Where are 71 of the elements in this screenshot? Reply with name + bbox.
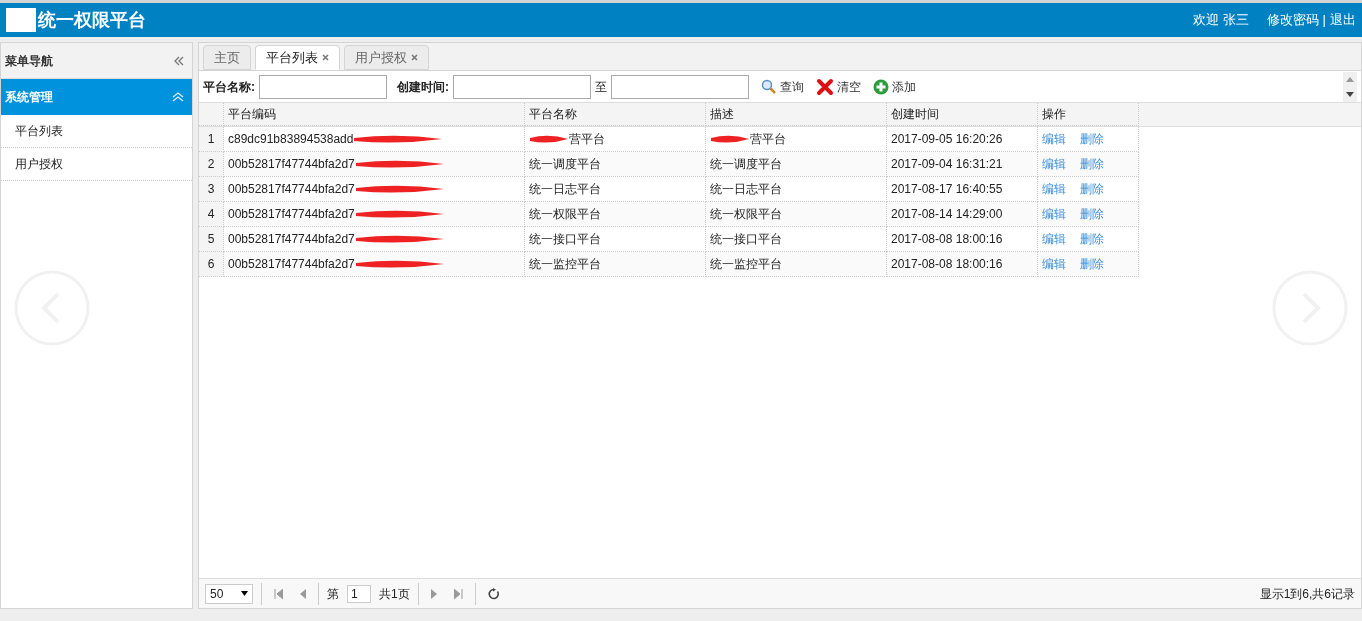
- delete-link[interactable]: 删除: [1080, 205, 1104, 223]
- column-header[interactable]: 描述: [706, 103, 887, 126]
- welcome-text: 欢迎: [1192, 11, 1219, 30]
- delete-link[interactable]: 删除: [1080, 255, 1104, 273]
- field-label: 创建时间:: [397, 78, 449, 96]
- edit-link[interactable]: 编辑: [1042, 230, 1066, 248]
- tab[interactable]: 用户授权: [344, 45, 429, 70]
- next-page-icon[interactable]: [430, 588, 438, 599]
- edit-link[interactable]: 编辑: [1042, 180, 1066, 198]
- delete-link[interactable]: 删除: [1080, 230, 1104, 248]
- search-button[interactable]: 查询: [761, 77, 804, 96]
- table-cell: 2017-08-08 18:00:16: [887, 252, 1038, 277]
- change-password-link[interactable]: 修改密码: [1266, 10, 1319, 30]
- plus-icon: [873, 78, 889, 95]
- tab[interactable]: 平台列表: [255, 45, 340, 70]
- refresh-icon[interactable]: [487, 587, 500, 600]
- cross-icon: [816, 77, 834, 96]
- page-size-select[interactable]: 50: [205, 583, 253, 604]
- row-number: 6: [199, 252, 224, 277]
- logo-redaction: [6, 8, 36, 32]
- link-separator: |: [1322, 11, 1326, 30]
- first-page-icon[interactable]: [274, 588, 283, 599]
- edit-link[interactable]: 编辑: [1042, 205, 1066, 223]
- search-icon: [761, 78, 777, 95]
- row-number: 3: [199, 177, 224, 202]
- sidebar-title: 菜单导航: [5, 52, 53, 70]
- edit-link[interactable]: 编辑: [1042, 255, 1066, 273]
- collapse-icon[interactable]: [174, 55, 184, 66]
- redaction-mark: [529, 133, 569, 145]
- delete-link[interactable]: 删除: [1080, 130, 1104, 148]
- edit-link[interactable]: 编辑: [1042, 155, 1066, 173]
- end-date-field[interactable]: [611, 74, 749, 99]
- table-cell: 统一监控平台: [706, 252, 887, 277]
- page-number-field[interactable]: 1: [347, 584, 371, 603]
- close-icon[interactable]: [322, 54, 329, 61]
- column-header[interactable]: 操作: [1038, 103, 1139, 126]
- row-number: 4: [199, 202, 224, 227]
- scroll-up-icon[interactable]: [1346, 76, 1354, 82]
- scroll-down-icon[interactable]: [1346, 91, 1354, 97]
- range-separator: 至: [595, 78, 607, 96]
- delete-link[interactable]: 删除: [1080, 180, 1104, 198]
- menu-group-label: 系统管理: [5, 89, 53, 106]
- close-icon[interactable]: [411, 54, 418, 61]
- last-page-icon[interactable]: [453, 588, 463, 599]
- page-total: 共1页: [379, 585, 410, 603]
- previous-page-icon[interactable]: [299, 588, 306, 599]
- user-name: 张三: [1222, 11, 1249, 30]
- menu-group-header[interactable]: 系统管理: [1, 79, 192, 115]
- table-cell: 00b52817f47744bfa2d7: [224, 252, 525, 277]
- dropdown-icon: [241, 591, 248, 596]
- row-number: 1: [199, 127, 224, 152]
- delete-link[interactable]: 删除: [1080, 155, 1104, 173]
- table-cell: 统一监控平台: [525, 252, 706, 277]
- start-date-field[interactable]: [453, 74, 591, 99]
- edit-link[interactable]: 编辑: [1042, 130, 1066, 148]
- chevron-up-icon[interactable]: [172, 92, 184, 102]
- name-field[interactable]: [259, 74, 387, 99]
- page-label: 第: [327, 585, 339, 603]
- record-summary: 显示1到6,共6记录: [1259, 585, 1355, 603]
- logout-link[interactable]: 退出: [1330, 10, 1356, 30]
- clear-button[interactable]: 清空: [816, 77, 861, 96]
- column-header[interactable]: 创建时间: [887, 103, 1038, 126]
- row-number: 2: [199, 152, 224, 177]
- app-title: 统一权限平台: [38, 8, 146, 32]
- field-label: 平台名称:: [203, 78, 255, 96]
- redaction-mark: [710, 133, 750, 145]
- add-button[interactable]: 添加: [873, 77, 916, 96]
- tab[interactable]: 主页: [203, 45, 251, 70]
- row-number: 5: [199, 227, 224, 252]
- column-header[interactable]: 平台名称: [525, 103, 706, 126]
- column-header[interactable]: 平台编码: [224, 103, 525, 126]
